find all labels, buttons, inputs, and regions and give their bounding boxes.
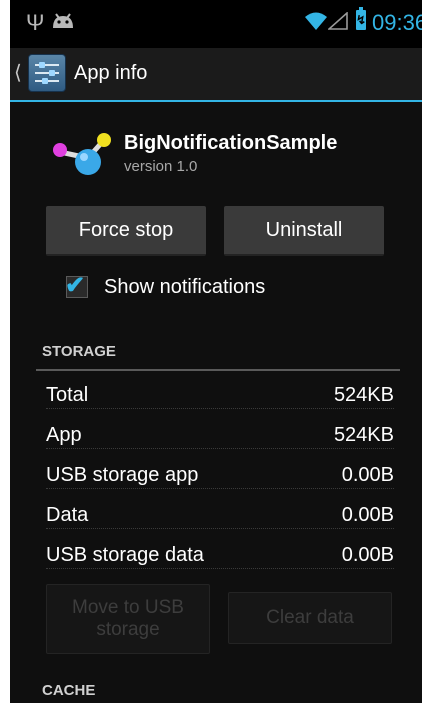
molecule-icon bbox=[53, 133, 111, 175]
page-title: App info bbox=[74, 62, 148, 84]
storage-row-value: 524KB bbox=[331, 384, 394, 407]
settings-sliders-icon[interactable] bbox=[28, 54, 66, 92]
storage-row-label: Total bbox=[46, 384, 91, 407]
cache-section-header: CACHE bbox=[42, 682, 96, 699]
clear-data-button[interactable]: Clear data bbox=[228, 592, 392, 644]
action-bar[interactable]: ⟨ App info bbox=[10, 48, 422, 100]
storage-row-value: 0.00B bbox=[339, 504, 394, 527]
app-header: BigNotificationSample version 1.0 bbox=[10, 118, 422, 188]
storage-row-label: App bbox=[46, 424, 84, 447]
storage-section-header: STORAGE bbox=[42, 343, 116, 360]
up-caret-icon[interactable]: ⟨ bbox=[14, 60, 22, 85]
storage-row-total: Total 524KB bbox=[46, 384, 394, 414]
storage-divider bbox=[36, 369, 400, 371]
storage-row-value: 524KB bbox=[331, 424, 394, 447]
app-name: BigNotificationSample bbox=[124, 132, 338, 154]
android-icon bbox=[53, 13, 73, 28]
force-stop-button[interactable]: Force stop bbox=[46, 206, 206, 256]
checkbox[interactable]: ✔ bbox=[65, 272, 88, 299]
action-bar-divider bbox=[10, 100, 422, 102]
uninstall-button[interactable]: Uninstall bbox=[224, 206, 384, 256]
show-notifications-label: Show notifications bbox=[104, 276, 266, 298]
battery-charging-icon: ↯ bbox=[356, 7, 366, 30]
status-time: 09:36 bbox=[372, 10, 422, 35]
signal-icon bbox=[328, 12, 348, 30]
storage-row-label: Data bbox=[46, 504, 91, 527]
storage-row-usb-storage-app: USB storage app 0.00B bbox=[46, 464, 394, 494]
storage-row-label: USB storage data bbox=[46, 544, 206, 567]
move-to-usb-storage-button[interactable]: Move to USB storage bbox=[46, 584, 210, 654]
storage-row-value: 0.00B bbox=[339, 464, 394, 487]
storage-row-value: 0.00B bbox=[339, 544, 394, 567]
storage-row-usb-storage-data: USB storage data 0.00B bbox=[46, 544, 394, 574]
usb-icon: Ψ bbox=[26, 10, 45, 35]
storage-row-app: App 524KB bbox=[46, 424, 394, 454]
status-bar: Ψ ↯ 09:36 bbox=[10, 0, 422, 48]
app-version: version 1.0 bbox=[124, 158, 198, 175]
storage-row-label: USB storage app bbox=[46, 464, 201, 487]
storage-row-data: Data 0.00B bbox=[46, 504, 394, 534]
checkmark-icon: ✔ bbox=[65, 272, 86, 299]
app-info-screen: Ψ ↯ 09:36 ⟨ App info BigNotificationSamp… bbox=[10, 0, 422, 703]
wifi-icon bbox=[305, 12, 327, 30]
show-notifications-checkbox[interactable]: ✔ Show notifications bbox=[65, 272, 366, 304]
